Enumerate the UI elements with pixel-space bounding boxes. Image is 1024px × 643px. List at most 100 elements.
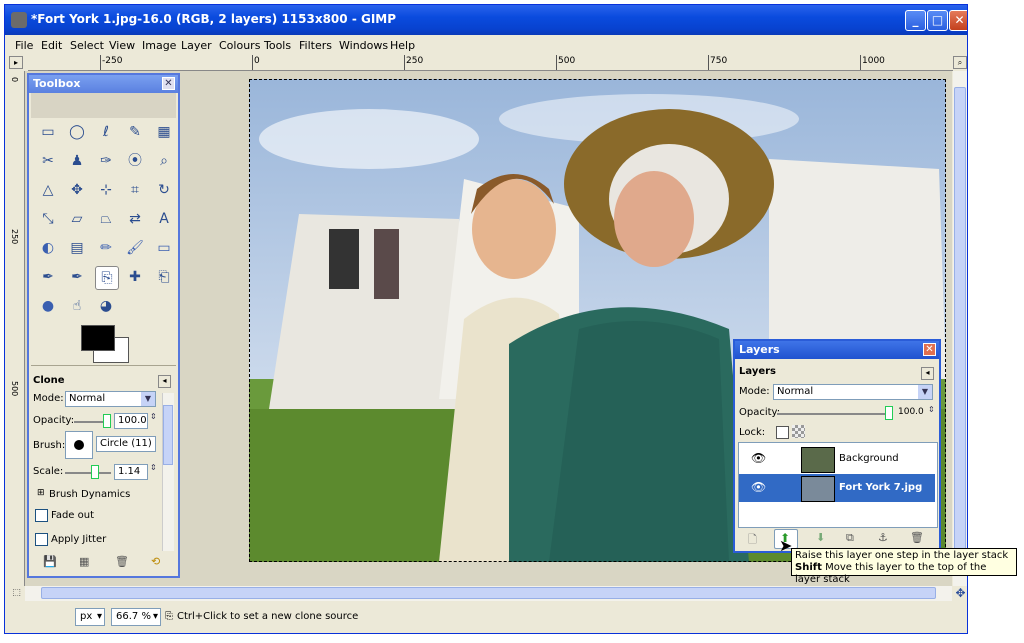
fuzzy-select-tool-icon[interactable]: ✎ [124,121,146,143]
vertical-scroll-thumb[interactable] [954,87,966,567]
spin-arrows-icon[interactable]: ⇕ [150,463,157,472]
reset-options-icon[interactable]: ⟲ [151,555,160,568]
move-tool-icon[interactable]: ✥ [66,179,88,201]
spin-arrows-icon[interactable]: ⇕ [928,405,935,414]
delete-layer-icon[interactable]: 🗑 [910,531,924,544]
perspective-clone-tool-icon[interactable]: ⎗ [153,266,175,288]
layers-opacity-handle[interactable] [885,406,893,420]
layers-mode-select[interactable]: Normal ▼ [773,384,933,400]
menu-tools[interactable]: Tools [264,39,291,52]
menu-help[interactable]: Help [390,39,415,52]
maximize-button[interactable]: □ [927,10,948,31]
lock-alpha-checkbox[interactable] [776,426,789,439]
scissors-tool-icon[interactable]: ✂ [37,150,59,172]
scale-tool-icon[interactable]: ⤡ [37,208,59,230]
restore-options-icon[interactable]: ▦ [79,555,89,568]
layers-titlebar[interactable]: Layers ✕ [735,341,939,359]
airbrush-tool-icon[interactable]: ✒ [37,266,59,288]
apply-jitter-checkbox[interactable] [35,533,48,546]
crop-tool-icon[interactable]: ⌗ [124,179,146,201]
new-layer-icon[interactable]: 🗋 [748,531,757,550]
menu-windows[interactable]: Windows [339,39,388,52]
rotate-tool-icon[interactable]: ↻ [153,179,175,201]
heal-tool-icon[interactable]: ✚ [124,266,146,288]
menu-arrow-button[interactable]: ▸ [9,56,23,69]
scale-slider-handle[interactable] [91,465,99,479]
pencil-tool-icon[interactable]: ✏ [95,237,117,259]
foreground-color-swatch[interactable] [81,325,115,351]
menu-view[interactable]: View [109,39,135,52]
unit-select[interactable]: px ▾ [75,608,105,626]
options-scrollbar[interactable] [162,393,174,551]
brush-preview[interactable] [65,431,93,459]
menu-layer[interactable]: Layer [181,39,212,52]
vertical-ruler[interactable]: 0 250 500 [9,71,25,586]
horizontal-scrollbar[interactable] [25,586,952,601]
layer-row-background[interactable]: 👁 Background [739,445,935,473]
navigate-icon[interactable]: ✥ [953,586,967,601]
flip-tool-icon[interactable]: ⇄ [124,208,146,230]
by-color-select-tool-icon[interactable]: ▦ [153,121,175,143]
visibility-eye-icon[interactable]: 👁 [751,480,766,494]
zoom-lock-icon[interactable]: ⌕ [953,56,967,69]
text-tool-icon[interactable]: A [153,208,175,230]
minimize-button[interactable]: _ [905,10,926,31]
layer-list[interactable]: 👁 Background 👁 Fort York 7.jpg [738,442,938,528]
title-bar[interactable]: *Fort York 1.jpg-16.0 (RGB, 2 layers) 11… [5,5,967,35]
duplicate-layer-icon[interactable]: ⧉ [846,531,854,545]
toolbox-titlebar[interactable]: Toolbox ✕ [29,75,178,93]
opacity-slider-handle[interactable] [103,414,111,428]
layer-row-fort-york-7[interactable]: 👁 Fort York 7.jpg [739,474,935,502]
visibility-eye-icon[interactable]: 👁 [751,451,766,465]
menu-colours[interactable]: Colours [219,39,260,52]
scale-slider[interactable] [65,472,111,474]
horizontal-scroll-thumb[interactable] [41,587,936,599]
color-picker-tool-icon[interactable]: ⦿ [124,150,146,172]
free-select-tool-icon[interactable]: ℓ [95,121,117,143]
vertical-scrollbar[interactable] [953,71,967,586]
brush-name-field[interactable]: Circle (11) [96,436,156,452]
delete-options-icon[interactable]: 🗑 [115,555,129,568]
menu-edit[interactable]: Edit [41,39,62,52]
blend-tool-icon[interactable]: ▤ [66,237,88,259]
save-options-icon[interactable]: 💾 [43,555,57,568]
zoom-tool-icon[interactable]: ⌕ [153,150,175,172]
tool-options-menu-icon[interactable]: ◂ [158,375,171,388]
paths-tool-icon[interactable]: ✑ [95,150,117,172]
zoom-select[interactable]: 66.7 % ▾ [111,608,161,626]
perspective-tool-icon[interactable]: ⏢ [95,208,117,230]
opacity-input[interactable]: 100.0 [114,413,148,429]
measure-tool-icon[interactable]: △ [37,179,59,201]
horizontal-ruler[interactable]: -250 0 250 500 750 1000 [28,55,953,71]
paintbrush-tool-icon[interactable]: 🖌 [124,237,146,259]
menu-file[interactable]: File [15,39,33,52]
smudge-tool-icon[interactable]: ☝ [66,295,88,317]
color-area[interactable] [81,325,129,363]
align-tool-icon[interactable]: ⊹ [95,179,117,201]
anchor-layer-icon[interactable]: ⚓ [878,531,888,544]
expand-icon[interactable]: ⊞ [37,488,45,498]
scale-input[interactable]: 1.14 [114,464,148,480]
layers-close-button[interactable]: ✕ [923,343,936,356]
menu-image[interactable]: Image [142,39,176,52]
bucket-fill-tool-icon[interactable]: ◐ [37,237,59,259]
mode-select[interactable]: Normal ▼ [65,391,156,407]
eraser-tool-icon[interactable]: ▭ [153,237,175,259]
menu-filters[interactable]: Filters [299,39,332,52]
blur-tool-icon[interactable]: ● [37,295,59,317]
options-scroll-thumb[interactable] [163,405,173,465]
shear-tool-icon[interactable]: ▱ [66,208,88,230]
close-button[interactable]: ✕ [949,10,967,31]
lower-layer-icon[interactable]: ⬇ [816,531,825,544]
layers-opacity-slider[interactable] [777,413,887,415]
brush-dynamics-expander[interactable]: Brush Dynamics [49,489,130,500]
layer-name[interactable]: Fort York 7.jpg [839,482,922,493]
spin-arrows-icon[interactable]: ⇕ [150,412,157,421]
dodge-burn-tool-icon[interactable]: ◕ [95,295,117,317]
ellipse-select-tool-icon[interactable]: ◯ [66,121,88,143]
menu-select[interactable]: Select [70,39,104,52]
clone-tool-icon[interactable]: ⎘ [95,266,119,290]
toolbox-close-button[interactable]: ✕ [162,77,175,90]
layer-name[interactable]: Background [839,453,899,464]
foreground-select-tool-icon[interactable]: ♟ [66,150,88,172]
